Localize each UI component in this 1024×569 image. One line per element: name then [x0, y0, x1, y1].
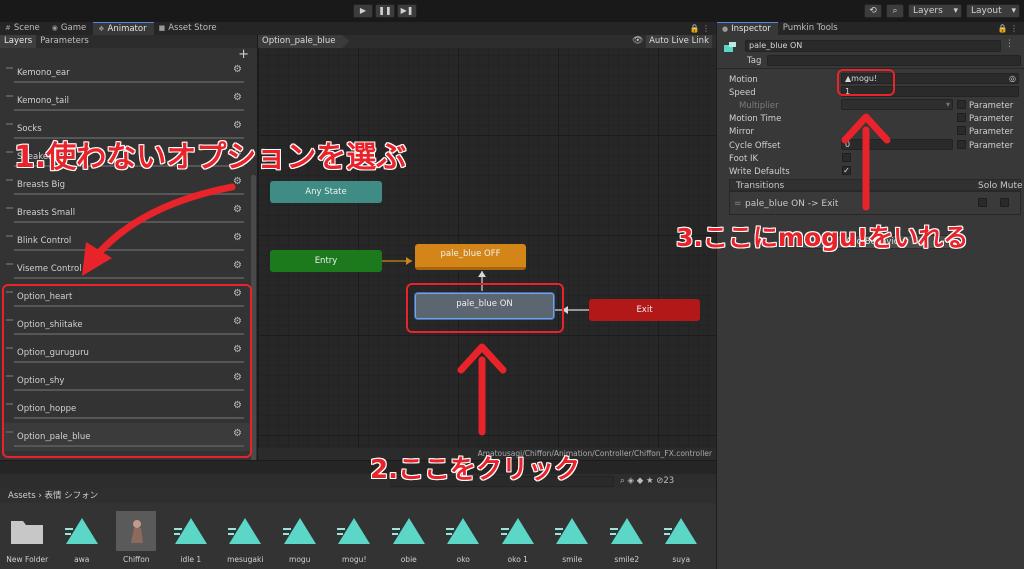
annotation-step-2: 2.ここをクリック [370, 455, 580, 485]
annotation-step-3: 3.ここにmogu!をいれる [676, 223, 969, 252]
annotation-step-1: 1.使わないオプションを選ぶ [14, 140, 407, 175]
curved-arrow-icon [93, 183, 236, 259]
